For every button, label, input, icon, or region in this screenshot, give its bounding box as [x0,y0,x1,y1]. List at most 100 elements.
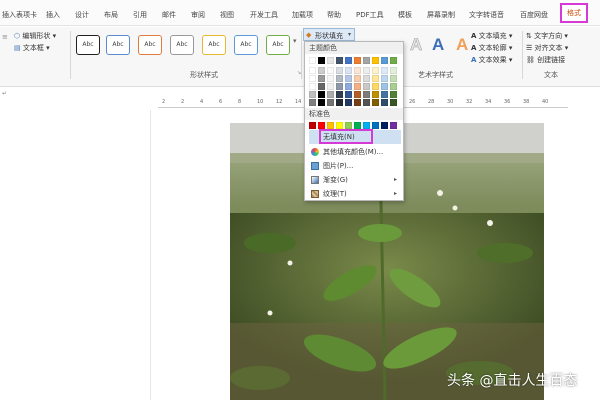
color-swatch[interactable] [354,99,361,106]
tab-developer[interactable]: 开发工具 [250,10,278,20]
color-swatch[interactable] [309,83,316,90]
shape-style-preset[interactable]: Abc [106,35,130,55]
shape-style-preset[interactable]: Abc [266,35,290,55]
color-swatch[interactable] [381,91,388,98]
color-swatch[interactable] [309,91,316,98]
color-swatch[interactable] [345,83,352,90]
color-swatch[interactable] [381,75,388,82]
color-swatch[interactable] [381,99,388,106]
tab-screen-record[interactable]: 屏幕录制 [427,10,455,20]
color-swatch[interactable] [309,57,316,64]
color-swatch[interactable] [372,83,379,90]
color-swatch[interactable] [390,67,397,74]
color-swatch[interactable] [363,99,370,106]
color-swatch[interactable] [309,67,316,74]
edit-shape-button[interactable]: ⬡ 编辑形状 ▾ [14,31,56,41]
color-swatch[interactable] [390,99,397,106]
shape-style-preset[interactable]: Abc [234,35,258,55]
color-swatch[interactable] [354,67,361,74]
color-swatch[interactable] [336,83,343,90]
color-swatch[interactable] [372,99,379,106]
color-swatch[interactable] [363,75,370,82]
color-swatch[interactable] [345,67,352,74]
shape-fill-button[interactable]: ◆ 形状填充 ▾ [303,28,355,41]
color-swatch[interactable] [336,91,343,98]
art-style-a-white[interactable]: A [410,35,423,55]
color-swatch[interactable] [390,75,397,82]
color-swatch[interactable] [363,83,370,90]
text-effects-button[interactable]: A 文本效果 ▾ [471,55,512,65]
tab-help[interactable]: 帮助 [327,10,341,20]
color-swatch[interactable] [309,122,316,129]
color-swatch[interactable] [381,57,388,64]
color-swatch[interactable] [318,91,325,98]
tab-addins[interactable]: 加载项 [292,10,313,20]
color-swatch[interactable] [354,122,361,129]
color-swatch[interactable] [354,83,361,90]
color-swatch[interactable] [372,91,379,98]
styles-scroll-arrow[interactable]: ▾ [293,37,297,45]
color-swatch[interactable] [327,75,334,82]
shape-style-preset[interactable]: Abc [170,35,194,55]
color-swatch[interactable] [336,67,343,74]
color-swatch[interactable] [318,57,325,64]
color-swatch[interactable] [390,91,397,98]
shape-style-preset[interactable]: Abc [138,35,162,55]
texture-fill-option[interactable]: 纹理(T) ▸ [309,187,401,201]
tab-mailings[interactable]: 邮件 [162,10,176,20]
color-swatch[interactable] [372,75,379,82]
color-swatch[interactable] [354,75,361,82]
tab-pdf-tools[interactable]: PDF工具 [356,10,384,20]
picture-fill-option[interactable]: 图片(P)... [309,159,401,173]
art-style-a-blue[interactable]: A [432,35,444,55]
color-swatch[interactable] [309,75,316,82]
color-swatch[interactable] [363,67,370,74]
align-text-button[interactable]: ☰ 对齐文本 ▾ [526,43,568,53]
art-style-a-orange[interactable]: A [456,35,468,55]
tab-insert-options[interactable]: 插入表项卡 [2,10,37,20]
text-outline-button[interactable]: A 文本轮廓 ▾ [471,43,512,53]
color-swatch[interactable] [327,83,334,90]
color-swatch[interactable] [345,122,352,129]
color-swatch[interactable] [327,99,334,106]
tab-layout[interactable]: 布局 [104,10,118,20]
create-link-button[interactable]: ⛓ 创建链接 [526,55,565,65]
color-swatch[interactable] [381,83,388,90]
shape-style-preset[interactable]: Abc [76,35,100,55]
color-swatch[interactable] [390,83,397,90]
color-swatch[interactable] [354,57,361,64]
tab-view[interactable]: 视图 [220,10,234,20]
color-swatch[interactable] [336,99,343,106]
tab-baidu-netdisk[interactable]: 百度网盘 [520,10,548,20]
color-swatch[interactable] [318,67,325,74]
tab-text-to-speech[interactable]: 文字转语音 [469,10,504,20]
tab-review[interactable]: 审阅 [191,10,205,20]
color-swatch[interactable] [345,99,352,106]
color-swatch[interactable] [372,57,379,64]
color-swatch[interactable] [390,57,397,64]
color-swatch[interactable] [327,67,334,74]
color-swatch[interactable] [336,122,343,129]
tab-design[interactable]: 设计 [75,10,89,20]
shape-style-preset[interactable]: Abc [202,35,226,55]
color-swatch[interactable] [390,122,397,129]
color-swatch[interactable] [336,75,343,82]
color-swatch[interactable] [345,75,352,82]
color-swatch[interactable] [336,57,343,64]
color-swatch[interactable] [318,75,325,82]
color-swatch[interactable] [345,57,352,64]
tab-references[interactable]: 引用 [133,10,147,20]
text-box-button[interactable]: ▤ 文本框 ▾ [14,43,50,53]
text-direction-button[interactable]: ⇅ 文字方向 ▾ [526,31,568,41]
color-swatch[interactable] [381,67,388,74]
color-swatch[interactable] [372,122,379,129]
tab-insert[interactable]: 插入 [46,10,60,20]
color-swatch[interactable] [327,57,334,64]
color-swatch[interactable] [354,91,361,98]
color-swatch[interactable] [327,91,334,98]
color-swatch[interactable] [363,57,370,64]
color-swatch[interactable] [363,122,370,129]
no-fill-option[interactable]: 无填充(N) [309,129,401,144]
tab-templates[interactable]: 模板 [398,10,412,20]
tab-format[interactable]: 格式 [560,3,588,23]
